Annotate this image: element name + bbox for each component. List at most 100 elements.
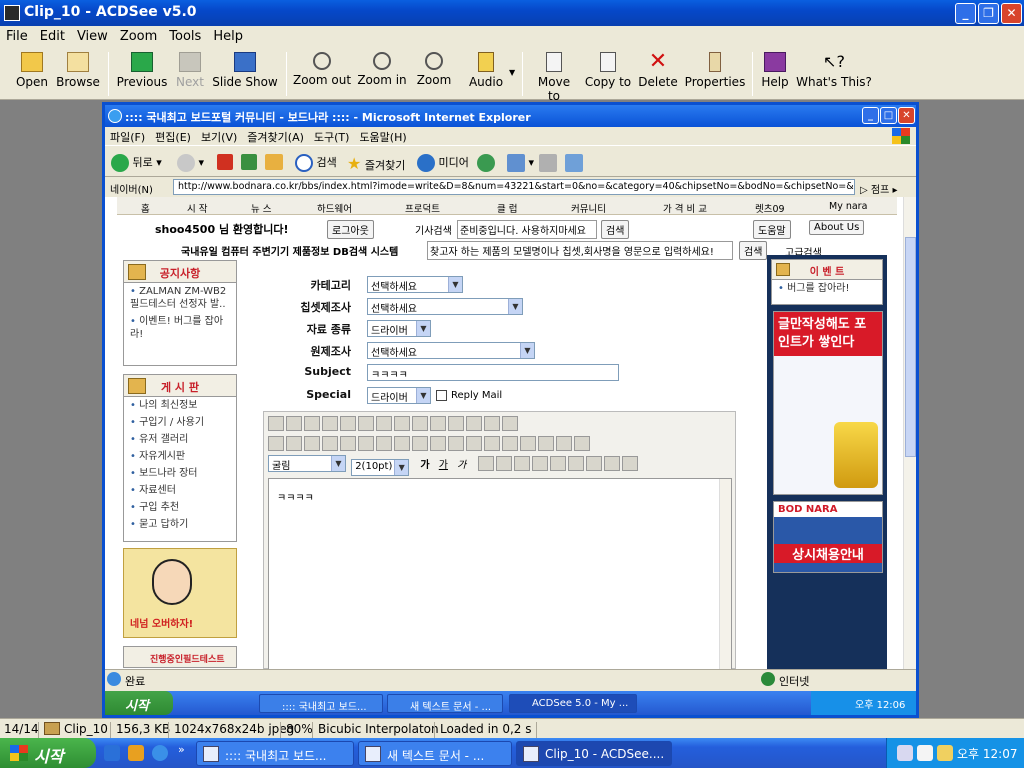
- superscript-icon[interactable]: [477, 456, 494, 471]
- nav-mynara[interactable]: My nara: [829, 201, 867, 212]
- quicklaunch-ie-icon[interactable]: [104, 745, 120, 761]
- overclock-banner[interactable]: 네넘 오버하자!: [123, 548, 237, 638]
- network-tray-icon[interactable]: [897, 745, 913, 761]
- italic-button[interactable]: 가: [457, 456, 466, 471]
- next-button[interactable]: Next: [174, 52, 206, 89]
- ie-minimize-button[interactable]: _: [862, 107, 879, 124]
- board-item[interactable]: • 구입기 / 사용기: [124, 414, 236, 431]
- quicklaunch-more-icon[interactable]: »: [178, 743, 185, 756]
- inner-task-notepad[interactable]: 새 텍스트 문서 - ...: [387, 694, 503, 713]
- nav-start[interactable]: 시 작: [187, 201, 208, 215]
- delete-button[interactable]: ✕ Delete: [638, 51, 678, 90]
- board-item[interactable]: • 구입 추천: [124, 499, 236, 516]
- find-icon[interactable]: [466, 416, 482, 431]
- about-us-button[interactable]: About Us: [809, 220, 865, 235]
- ie-mail-button[interactable]: ▾: [507, 154, 534, 172]
- fieldtest-box[interactable]: 진행중인필드테스트: [123, 646, 237, 668]
- highlight-icon[interactable]: [286, 436, 302, 451]
- nav-club[interactable]: 클 럽: [497, 201, 518, 215]
- editor-tool-icon[interactable]: [556, 436, 572, 451]
- properties-button[interactable]: Properties: [684, 52, 746, 89]
- editor-tool-icon[interactable]: [304, 416, 320, 431]
- zoom-button[interactable]: Zoom: [414, 52, 454, 87]
- ie-history-button[interactable]: [477, 154, 495, 172]
- task-ie[interactable]: :::: 국내최고 보드...: [196, 741, 354, 766]
- subject-input[interactable]: ㅋㅋㅋㅋ: [367, 364, 619, 381]
- copy-to-button[interactable]: Copy to: [584, 52, 632, 89]
- nav-home[interactable]: 홈: [141, 201, 150, 215]
- type-select[interactable]: 드라이버 ▼: [367, 320, 431, 337]
- editor-tool-icon[interactable]: [574, 436, 590, 451]
- editor-tool-icon[interactable]: [340, 416, 356, 431]
- ie-menu-view[interactable]: 보기(V): [196, 127, 242, 147]
- address-input[interactable]: http://www.bodnara.co.kr/bbs/index.html?…: [173, 179, 855, 195]
- ie-vertical-scrollbar[interactable]: [903, 197, 916, 669]
- board-item[interactable]: • 자유게시판: [124, 448, 236, 465]
- task-notepad[interactable]: 새 텍스트 문서 - ...: [358, 741, 512, 766]
- board-item[interactable]: • 자료센터: [124, 482, 236, 499]
- editor-tool-icon[interactable]: [394, 436, 410, 451]
- open-button[interactable]: Open: [14, 52, 50, 89]
- editor-tool-icon[interactable]: [358, 416, 374, 431]
- previous-button[interactable]: Previous: [116, 52, 168, 89]
- board-item[interactable]: • 묻고 답하기: [124, 516, 236, 533]
- nav-community[interactable]: 커뮤니티: [571, 201, 606, 215]
- ie-home-button[interactable]: [265, 154, 283, 170]
- special-select[interactable]: 드라이버 ▼: [367, 387, 431, 404]
- table-icon[interactable]: [484, 436, 500, 451]
- bold-button[interactable]: 가: [420, 456, 429, 471]
- paste-icon[interactable]: [448, 416, 464, 431]
- scroll-thumb[interactable]: [905, 237, 916, 457]
- ie-menu-edit[interactable]: 편집(E): [150, 127, 196, 147]
- editor-tool-icon[interactable]: [268, 416, 284, 431]
- maker-select[interactable]: 선택하세요 ▼: [367, 342, 535, 359]
- menu-file[interactable]: File: [0, 26, 34, 44]
- point-ad-banner[interactable]: 글만작성해도 포인트가 쌓인다: [773, 311, 883, 495]
- outdent-icon[interactable]: [603, 456, 620, 471]
- ie-forward-button[interactable]: ▾: [177, 154, 204, 172]
- audio-button[interactable]: Audio: [466, 52, 506, 89]
- notice-item[interactable]: • ZALMAN ZM-WB2 필드테스터 선정자 발..: [124, 283, 236, 313]
- article-search-button[interactable]: 검색: [601, 220, 630, 239]
- db-search-input[interactable]: 찾고자 하는 제품의 모델명이나 칩셋,회사명을 영문으로 입력하세요!: [427, 241, 733, 260]
- reply-mail-checkbox[interactable]: [436, 390, 447, 401]
- ie-back-button[interactable]: 뒤로 ▾: [111, 154, 162, 172]
- db-search-button[interactable]: 검색: [739, 241, 768, 260]
- recruit-banner[interactable]: BOD NARA 상시채용안내: [773, 501, 883, 573]
- menu-help[interactable]: Help: [207, 26, 249, 44]
- ie-print-button[interactable]: [539, 154, 557, 172]
- indent-icon[interactable]: [621, 456, 638, 471]
- cut-icon[interactable]: [412, 416, 428, 431]
- bullet-list-icon[interactable]: [585, 456, 602, 471]
- notice-item[interactable]: • 이벤트! 버그를 잡아라!: [124, 313, 236, 343]
- redo-icon[interactable]: [394, 416, 410, 431]
- text-color-icon[interactable]: [268, 436, 284, 451]
- event-item[interactable]: • 버그를 잡아라!: [772, 280, 882, 297]
- ie-menu-tools[interactable]: 도구(T): [309, 127, 355, 147]
- restore-button[interactable]: ❐: [978, 3, 999, 24]
- menu-view[interactable]: View: [71, 26, 114, 44]
- nav-product[interactable]: 프로덕트: [405, 201, 440, 215]
- close-button[interactable]: ✕: [1001, 3, 1022, 24]
- editor-tool-icon[interactable]: [322, 416, 338, 431]
- minimize-button[interactable]: _: [955, 3, 976, 24]
- task-acdsee[interactable]: Clip_10 - ACDSee....: [516, 741, 672, 766]
- nav-news[interactable]: 뉴 스: [251, 201, 272, 215]
- ie-favorites-button[interactable]: ★ 즐겨찾기: [347, 154, 405, 173]
- align-right-icon[interactable]: [549, 456, 566, 471]
- editor-scrollbar[interactable]: [719, 479, 731, 669]
- quicklaunch-browser-icon[interactable]: [152, 745, 168, 761]
- board-item[interactable]: • 유저 갤러리: [124, 431, 236, 448]
- nav-lets09[interactable]: 렛츠09: [755, 201, 785, 215]
- ie-edit-button[interactable]: [565, 154, 583, 172]
- editor-tool-icon[interactable]: [502, 436, 518, 451]
- editor-tool-icon[interactable]: [502, 416, 518, 431]
- editor-tool-icon[interactable]: [358, 436, 374, 451]
- category-select[interactable]: 선택하세요 ▼: [367, 276, 463, 293]
- inner-task-acdsee[interactable]: ACDSee 5.0 - My ...: [509, 694, 637, 713]
- help-link-button[interactable]: 도움말: [753, 220, 791, 239]
- audio-dropdown-icon[interactable]: ▼: [509, 68, 515, 77]
- quicklaunch-messenger-icon[interactable]: [128, 745, 144, 761]
- ie-media-button[interactable]: 미디어: [417, 154, 469, 172]
- copy-icon[interactable]: [430, 416, 446, 431]
